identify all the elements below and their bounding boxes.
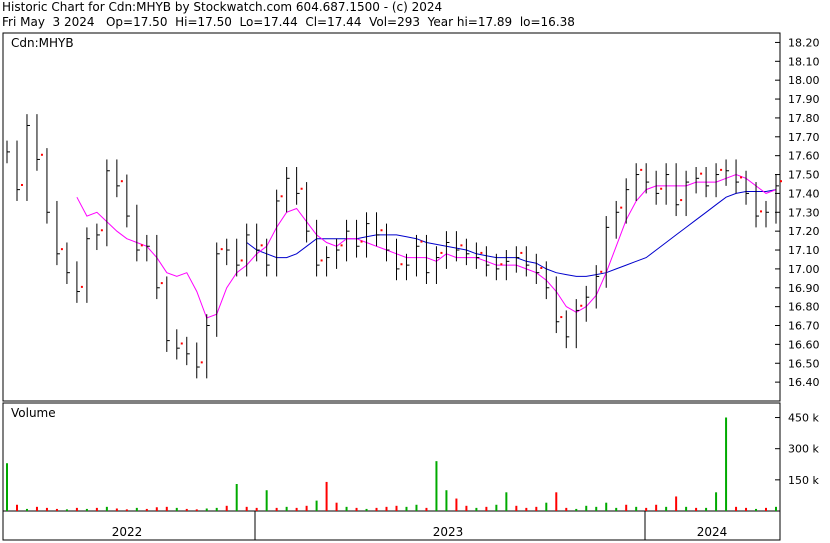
price-point — [240, 259, 243, 262]
y-tick-label: 16.40 — [788, 376, 820, 389]
volume-tick-label: 150 k — [788, 474, 819, 487]
price-point — [500, 263, 503, 266]
price-point — [580, 304, 583, 307]
y-tick-label: 17.10 — [788, 244, 820, 257]
price-point — [80, 285, 83, 288]
y-tick-label: 17.20 — [788, 225, 820, 238]
y-tick-label: 17.30 — [788, 206, 820, 219]
volume-tick-label: 300 k — [788, 443, 819, 456]
price-point — [360, 240, 363, 243]
price-point — [460, 244, 463, 247]
price-point — [780, 180, 782, 183]
year-label: 2023 — [433, 525, 464, 539]
y-tick-label: 18.10 — [788, 55, 820, 68]
price-point — [140, 244, 143, 247]
price-point — [620, 206, 623, 209]
price-point — [420, 240, 423, 243]
price-point — [180, 342, 183, 345]
y-tick-label: 17.70 — [788, 131, 820, 144]
price-point — [340, 244, 343, 247]
y-tick-label: 17.60 — [788, 150, 820, 163]
price-point — [320, 259, 323, 262]
price-point — [440, 251, 443, 254]
y-tick-label: 16.50 — [788, 357, 820, 370]
price-panel-frame — [2, 32, 781, 402]
price-point — [700, 172, 703, 175]
y-tick-label: 16.90 — [788, 282, 820, 295]
price-point — [40, 153, 43, 156]
y-tick-label: 16.80 — [788, 301, 820, 314]
price-point — [400, 263, 403, 266]
y-tick-label: 16.70 — [788, 320, 820, 333]
price-point — [720, 168, 723, 171]
y-tick-label: 17.80 — [788, 112, 820, 125]
y-tick-label: 16.60 — [788, 338, 820, 351]
price-point — [120, 180, 123, 183]
price-point — [220, 248, 223, 251]
price-point — [540, 267, 543, 270]
y-tick-label: 18.00 — [788, 74, 820, 87]
price-point — [680, 199, 683, 202]
stock-chart: Historic Chart for Cdn:MHYB by Stockwatc… — [0, 0, 830, 543]
price-point — [480, 251, 483, 254]
price-point — [20, 183, 23, 186]
ticker-label: Cdn:MHYB — [11, 36, 74, 50]
volume-tick-label: 450 k — [788, 412, 819, 425]
price-point — [760, 210, 763, 213]
price-point — [640, 168, 643, 171]
price-point — [200, 361, 203, 364]
price-point — [260, 244, 263, 247]
y-tick-label: 17.90 — [788, 93, 820, 106]
price-point — [660, 187, 663, 190]
volume-label: Volume — [11, 406, 56, 420]
price-point — [740, 176, 743, 179]
year-label: 2024 — [697, 525, 728, 539]
y-tick-label: 17.00 — [788, 263, 820, 276]
price-point — [560, 316, 563, 319]
price-point — [600, 270, 603, 273]
price-point — [300, 187, 303, 190]
price-point — [60, 248, 63, 251]
price-point — [100, 229, 103, 232]
price-point — [520, 251, 523, 254]
y-tick-label: 17.40 — [788, 187, 820, 200]
y-tick-label: 18.20 — [788, 36, 820, 49]
price-point — [160, 282, 163, 285]
volume-panel-frame — [2, 402, 781, 512]
year-label: 2022 — [112, 525, 143, 539]
y-tick-label: 17.50 — [788, 169, 820, 182]
chart-canvas: Cdn:MHYB 18.20 18.10 18.00 17.90 17.80 17.70 17… — [2, 32, 820, 541]
price-point — [380, 229, 383, 232]
price-point — [280, 195, 283, 198]
